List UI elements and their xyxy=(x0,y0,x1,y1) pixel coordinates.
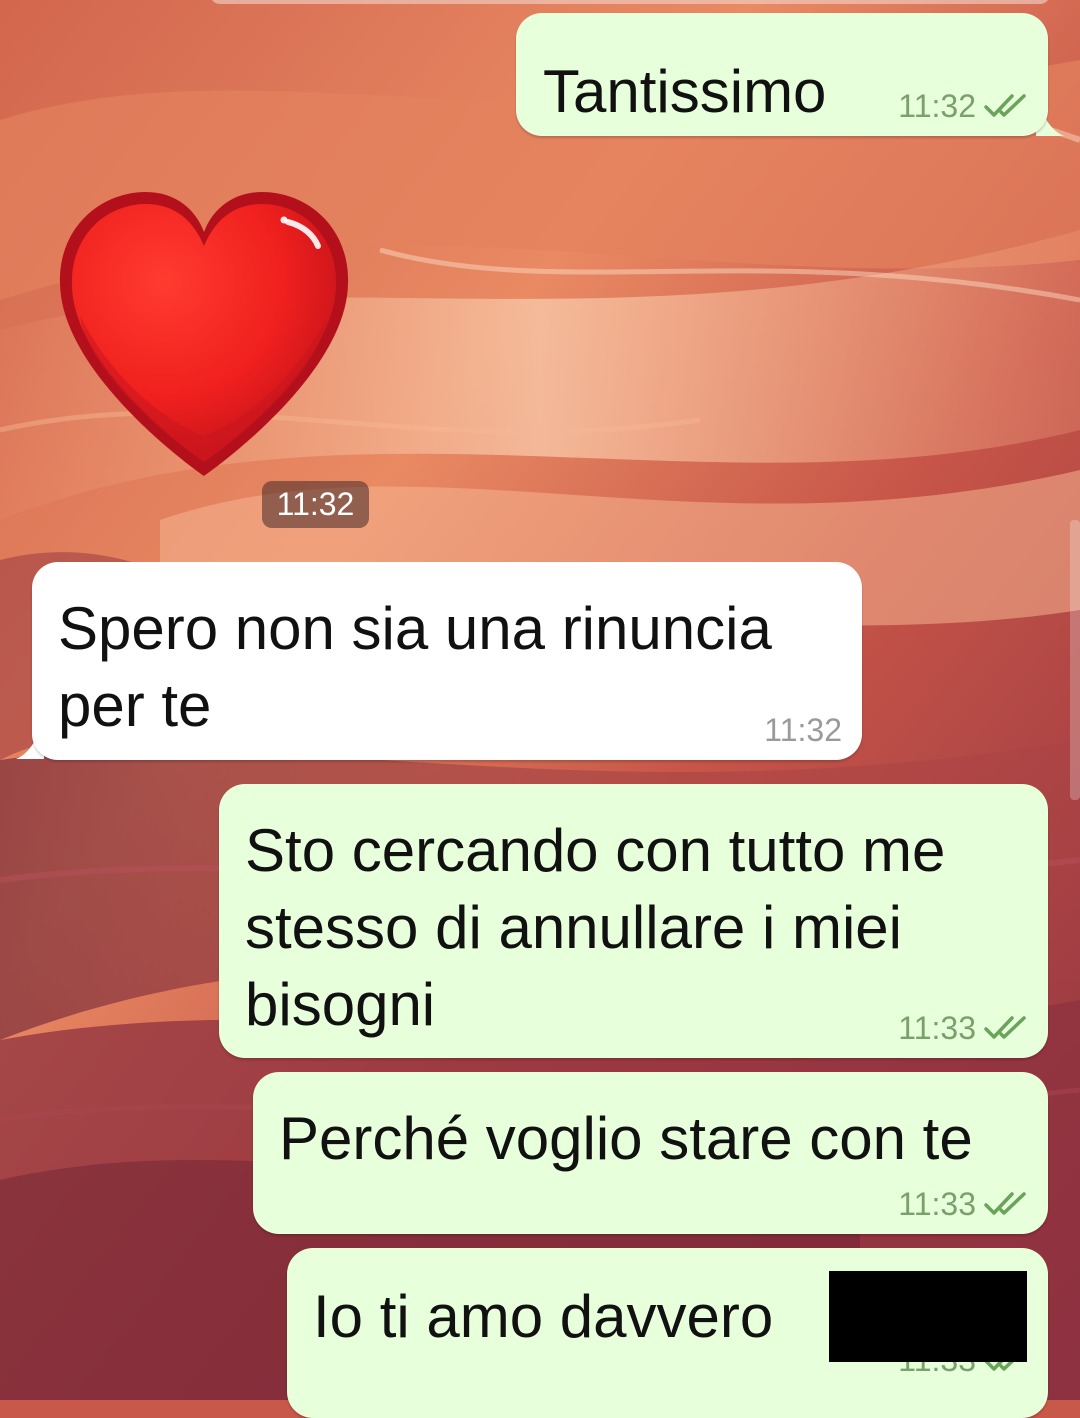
message-time: 11:32 xyxy=(898,88,976,124)
message-text: Sto cercando con tutto me stesso di annu… xyxy=(245,817,946,1038)
message-bubble-incoming[interactable]: Spero non sia una rinuncia per te 11:32 xyxy=(32,562,862,760)
previous-bubble-edge xyxy=(210,0,1050,4)
double-check-icon xyxy=(984,1191,1030,1217)
redaction-box xyxy=(829,1271,1027,1362)
message-bubble-outgoing[interactable]: Sto cercando con tutto me stesso di annu… xyxy=(219,784,1048,1058)
message-meta: 11:32 xyxy=(898,88,1030,124)
message-text: Spero non sia una rinuncia per te xyxy=(58,595,772,739)
message-text: Perché voglio stare con te xyxy=(279,1105,973,1172)
red-heart-icon[interactable] xyxy=(52,188,356,484)
message-meta: 11:33 xyxy=(898,1010,1030,1046)
message-meta: 11:33 xyxy=(898,1186,1030,1222)
message-text: Tantissimo xyxy=(543,58,827,125)
message-bubble-outgoing[interactable]: Tantissimo 11:32 xyxy=(516,13,1048,136)
double-check-icon xyxy=(984,93,1030,119)
scrollbar[interactable] xyxy=(1070,520,1080,800)
sticker-time: 11:32 xyxy=(262,481,369,528)
double-check-icon xyxy=(984,1015,1030,1041)
message-time: 11:33 xyxy=(898,1186,976,1222)
message-meta: 11:32 xyxy=(764,712,842,748)
message-bubble-outgoing[interactable]: Perché voglio stare con te 11:33 xyxy=(253,1072,1048,1234)
message-time: 11:32 xyxy=(764,712,842,748)
message-text: Io ti amo davvero xyxy=(313,1283,774,1350)
message-time: 11:33 xyxy=(898,1010,976,1046)
